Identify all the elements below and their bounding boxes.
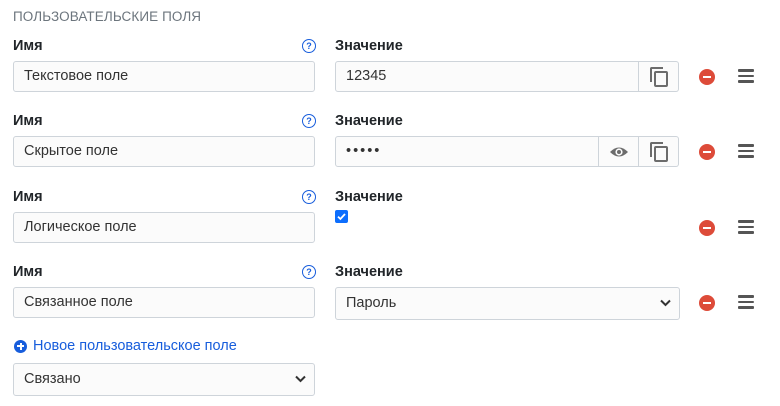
- value-label: Значение: [335, 38, 403, 54]
- name-label: Имя: [13, 189, 43, 205]
- value-label: Значение: [335, 189, 403, 205]
- value-label: Значение: [335, 113, 403, 129]
- name-label: Имя: [13, 38, 43, 54]
- copy-icon: [649, 66, 668, 87]
- drag-handle-icon[interactable]: [738, 69, 754, 83]
- copy-icon: [649, 141, 668, 162]
- new-custom-field-link[interactable]: Новое пользовательское поле: [13, 338, 237, 354]
- new-field-type-selected: Связано: [24, 371, 81, 387]
- minus-circle-icon[interactable]: [699, 69, 715, 85]
- chevron-down-icon: [660, 299, 671, 307]
- minus-circle-icon[interactable]: [699, 295, 715, 311]
- name-label: Имя: [13, 264, 43, 280]
- eye-icon: [609, 147, 628, 156]
- chevron-down-icon: [295, 375, 306, 383]
- minus-circle-icon[interactable]: [699, 144, 715, 160]
- copy-value-button[interactable]: [639, 136, 679, 167]
- question-circle-icon[interactable]: ?: [302, 39, 316, 53]
- new-field-type-select[interactable]: Связано: [13, 363, 315, 396]
- custom-field-row-boolean: Имя ? Значение Логическое поле: [0, 189, 780, 269]
- drag-handle-icon[interactable]: [738, 295, 754, 309]
- drag-handle-icon[interactable]: [738, 220, 754, 234]
- copy-value-button[interactable]: [639, 61, 679, 92]
- question-circle-icon[interactable]: ?: [302, 114, 316, 128]
- field-value-input[interactable]: 12345: [335, 61, 639, 92]
- custom-field-row-hidden: Имя ? Значение Скрытое поле •••••: [0, 113, 780, 193]
- checkmark-icon: [337, 213, 346, 221]
- field-name-input[interactable]: Скрытое поле: [13, 136, 315, 167]
- question-circle-icon[interactable]: ?: [302, 190, 316, 204]
- field-value-input[interactable]: •••••: [335, 136, 599, 167]
- field-name-input[interactable]: Связанное поле: [13, 287, 315, 318]
- toggle-visibility-button[interactable]: [599, 136, 639, 167]
- plus-circle-icon: [14, 339, 27, 353]
- name-label: Имя: [13, 113, 43, 129]
- linked-field-selected: Пароль: [346, 295, 397, 311]
- custom-field-row-text: Имя ? Значение Текстовое поле 12345: [0, 38, 780, 118]
- custom-field-row-linked: Имя ? Значение Связанное поле Пароль: [0, 264, 780, 344]
- field-name-input[interactable]: Логическое поле: [13, 212, 315, 243]
- field-value-checkbox[interactable]: [335, 210, 348, 223]
- section-title: ПОЛЬЗОВАТЕЛЬСКИЕ ПОЛЯ: [13, 9, 202, 24]
- value-label: Значение: [335, 264, 403, 280]
- minus-circle-icon[interactable]: [699, 220, 715, 236]
- question-circle-icon[interactable]: ?: [302, 265, 316, 279]
- drag-handle-icon[interactable]: [738, 144, 754, 158]
- linked-field-select[interactable]: Пароль: [335, 287, 680, 320]
- field-name-input[interactable]: Текстовое поле: [13, 61, 315, 92]
- new-custom-field-label: Новое пользовательское поле: [33, 338, 237, 354]
